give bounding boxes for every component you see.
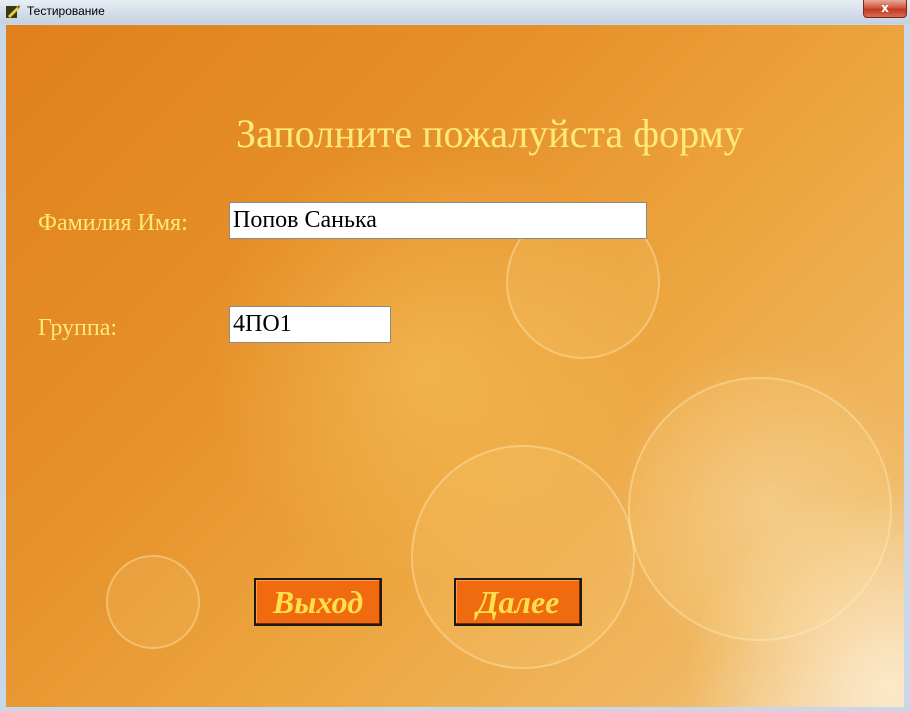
- window-title: Тестирование: [27, 4, 105, 18]
- app-window: Тестирование x Заполните пожалуйста форм…: [0, 0, 910, 711]
- close-button[interactable]: x: [863, 0, 907, 18]
- form-panel: Заполните пожалуйста форму Фамилия Имя: …: [6, 25, 904, 707]
- group-input[interactable]: 4ПО1: [229, 306, 391, 343]
- title-bar[interactable]: Тестирование x: [0, 0, 910, 25]
- decorative-bubble: [411, 445, 635, 669]
- app-icon: [6, 5, 20, 18]
- name-label: Фамилия Имя:: [38, 210, 188, 236]
- exit-button[interactable]: Выход: [254, 578, 382, 626]
- decorative-bubble: [628, 377, 892, 641]
- decorative-bubble: [106, 555, 200, 649]
- name-input[interactable]: Попов Санька: [229, 202, 647, 239]
- form-heading: Заполните пожалуйста форму: [236, 111, 744, 156]
- close-icon: x: [881, 1, 889, 15]
- next-button[interactable]: Далее: [454, 578, 582, 626]
- group-label: Группа:: [38, 315, 118, 341]
